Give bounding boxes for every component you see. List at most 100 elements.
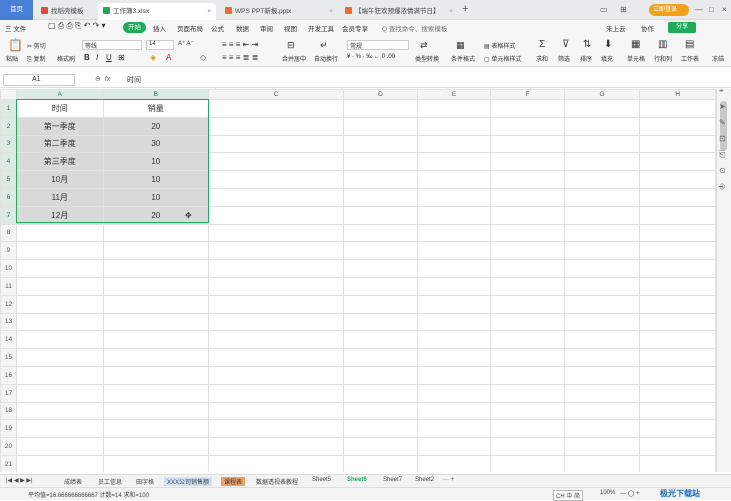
style-icon[interactable]: ✎ — [719, 118, 726, 127]
paste-icon[interactable]: 📋 — [8, 38, 23, 52]
cell[interactable] — [416, 312, 492, 332]
cell[interactable] — [639, 187, 716, 207]
cell[interactable] — [15, 276, 104, 296]
sheet-tab[interactable]: 田字格 — [136, 477, 154, 486]
cell[interactable] — [343, 312, 418, 332]
font-select[interactable]: 等线 — [82, 40, 142, 50]
quick-access-icons[interactable]: ▢ ⎙ ⎙ ⎘ ↶ ↷ ▾ — [48, 21, 106, 31]
cell[interactable] — [639, 454, 716, 472]
maximize-icon[interactable]: □ — [709, 5, 714, 14]
cell[interactable]: 第一季度 — [15, 116, 104, 136]
sum-button[interactable]: 求和 — [536, 54, 548, 63]
rowcol-icon[interactable]: ▥ — [658, 39, 667, 50]
cond-format-button[interactable]: 条件格式 — [451, 54, 475, 63]
cell[interactable] — [102, 312, 210, 332]
cell[interactable] — [639, 294, 716, 314]
tab-ppt[interactable]: 工作簿3.xlsxWPS PPT新报.pptx× — [220, 3, 338, 20]
link-icon[interactable]: ⎆ — [719, 182, 725, 192]
sidebar-tool-icon[interactable]: ⌖ — [719, 86, 724, 96]
cell[interactable] — [102, 454, 210, 472]
row-header[interactable]: 13 — [0, 312, 17, 332]
cell[interactable]: 30 — [102, 134, 210, 154]
cell[interactable] — [639, 437, 716, 456]
cell[interactable] — [207, 134, 345, 154]
minimize-icon[interactable]: — — [695, 5, 703, 14]
paste-button[interactable]: 粘贴 — [6, 54, 18, 63]
cell[interactable]: 20 — [102, 205, 210, 225]
cell[interactable] — [490, 259, 565, 278]
cell[interactable] — [102, 437, 210, 456]
cell[interactable] — [343, 241, 418, 261]
cell[interactable] — [343, 134, 418, 154]
cell[interactable] — [15, 365, 104, 385]
cell[interactable] — [343, 401, 418, 421]
sheet-tab[interactable]: XXX公司销售额 — [164, 477, 213, 486]
align-left-icons[interactable]: ≡ ≡ ≡ ≣ ≣ — [222, 53, 258, 62]
cell[interactable] — [207, 312, 345, 332]
cell[interactable] — [207, 383, 345, 403]
cell[interactable]: 10 — [102, 152, 210, 172]
cell[interactable] — [563, 330, 641, 350]
cell-table[interactable]: A B C D E F G H 1 时间 销量 2 第一季度 20 3 第二季度 30 4 第三季度… — [0, 89, 716, 472]
cell[interactable] — [343, 170, 418, 189]
cell[interactable] — [563, 241, 641, 261]
cell[interactable]: 10 — [102, 170, 210, 189]
cell[interactable] — [563, 152, 641, 172]
cell[interactable] — [563, 223, 641, 243]
row-header[interactable]: 18 — [0, 401, 17, 421]
border-icon[interactable]: ⊞ — [118, 53, 125, 62]
cell[interactable] — [490, 348, 565, 367]
cell[interactable] — [15, 294, 104, 314]
cell[interactable] — [343, 259, 418, 278]
row-header[interactable]: 19 — [0, 419, 17, 439]
cell[interactable] — [639, 348, 716, 367]
cell[interactable] — [563, 187, 641, 207]
cell[interactable] — [639, 365, 716, 385]
row-header[interactable]: 8 — [0, 223, 17, 243]
cell[interactable] — [15, 419, 104, 439]
cell[interactable] — [639, 241, 716, 261]
cell[interactable] — [490, 152, 565, 172]
cell[interactable] — [490, 276, 565, 296]
cell[interactable] — [343, 348, 418, 367]
cell[interactable] — [490, 294, 565, 314]
sheet-tab[interactable]: Sheet7 — [383, 477, 402, 483]
cell[interactable] — [416, 134, 492, 154]
cell[interactable] — [343, 383, 418, 403]
cell[interactable] — [207, 401, 345, 421]
tab-workbook[interactable]: 工作簿3.xlsx × — [98, 3, 216, 20]
cell[interactable] — [207, 170, 345, 189]
close-icon[interactable]: × — [329, 3, 333, 20]
cell[interactable]: 20 — [102, 116, 210, 136]
cell[interactable] — [102, 276, 210, 296]
font-size-select[interactable]: 14 — [146, 40, 174, 50]
cell[interactable] — [563, 383, 641, 403]
type-convert-icon[interactable]: ⇄ — [420, 40, 428, 51]
cell[interactable] — [639, 419, 716, 439]
menu-vip[interactable]: 会员专享 — [342, 23, 368, 33]
cell[interactable] — [102, 241, 210, 261]
row-header[interactable]: 16 — [0, 365, 17, 385]
cell[interactable] — [639, 312, 716, 332]
cell[interactable] — [563, 348, 641, 367]
cell[interactable] — [102, 348, 210, 367]
cell[interactable] — [639, 259, 716, 278]
cell[interactable] — [416, 383, 492, 403]
sheet-nav-icons[interactable]: |◀ ◀ ▶ ▶| — [6, 477, 33, 484]
cell[interactable] — [416, 437, 492, 456]
cell[interactable] — [207, 116, 345, 136]
row-header[interactable]: 6 — [0, 187, 17, 207]
menu-start[interactable]: 开始 — [123, 22, 146, 33]
cell[interactable] — [639, 134, 716, 154]
row-header[interactable]: 9 — [0, 241, 17, 261]
cell[interactable] — [490, 116, 565, 136]
cell[interactable] — [15, 401, 104, 421]
sheet-tab[interactable]: Sheet5 — [312, 477, 331, 483]
row-header[interactable]: 7 — [0, 205, 17, 225]
copy-button[interactable]: ⎘ 复制 — [27, 54, 45, 64]
number-format-icons[interactable]: ¥ · % · ‰ ←.0 .00 — [347, 54, 395, 60]
cell[interactable] — [102, 259, 210, 278]
new-tab-button[interactable]: + — [462, 3, 468, 15]
cell[interactable] — [490, 312, 565, 332]
cell[interactable]: 销量 — [102, 99, 210, 118]
